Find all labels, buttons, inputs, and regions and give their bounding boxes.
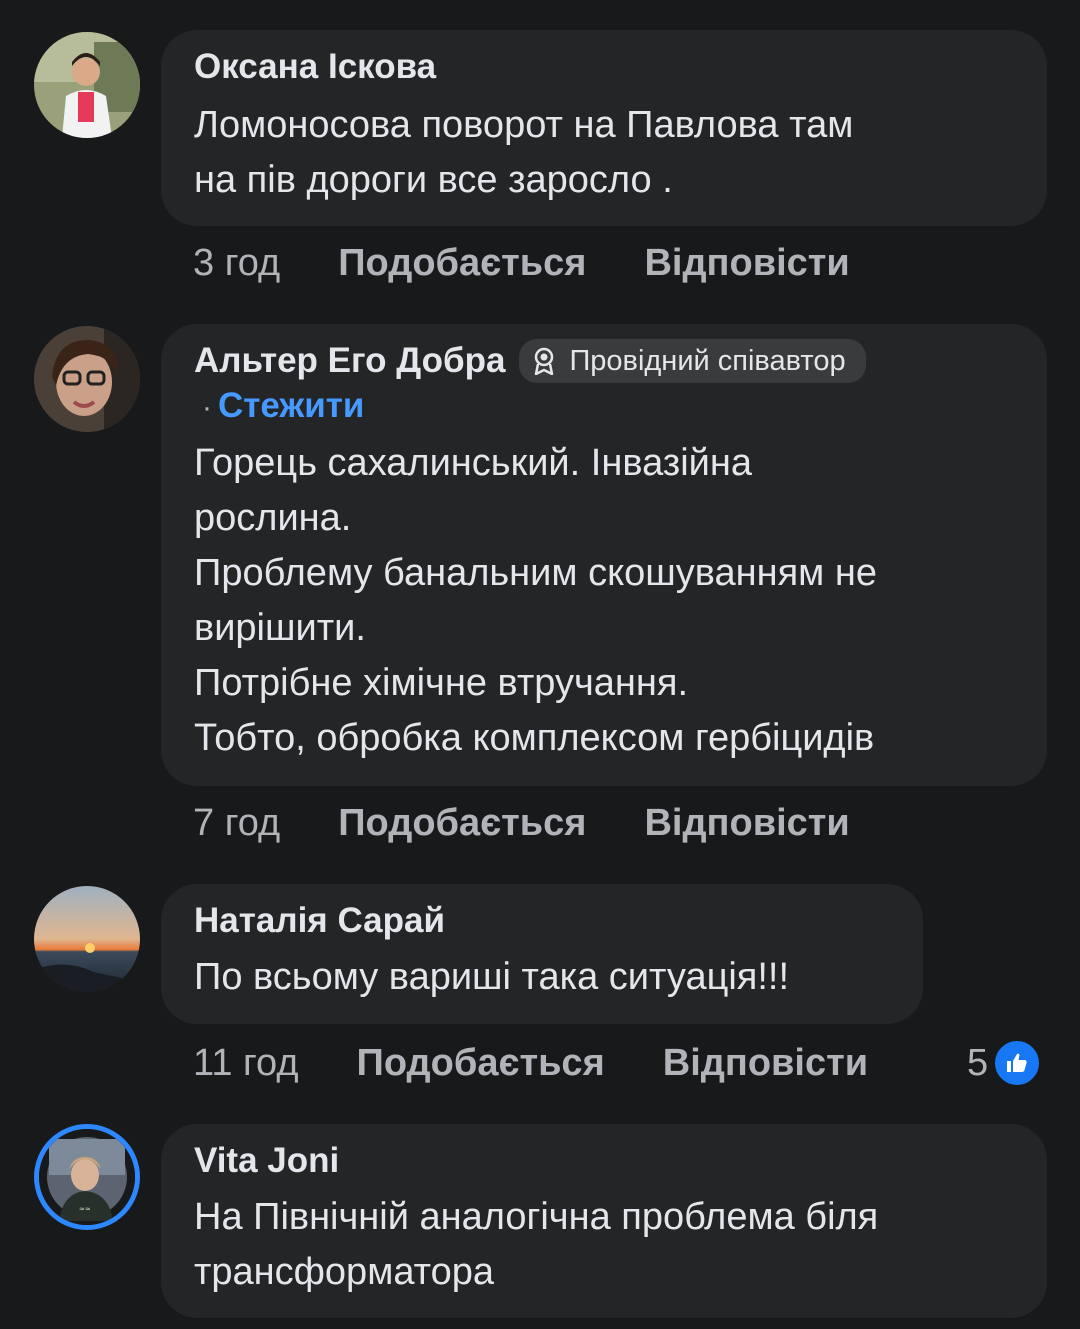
award-icon <box>533 347 555 376</box>
like-button[interactable]: Подобається <box>338 242 586 285</box>
like-icon <box>992 1038 1043 1088</box>
svg-text:≈≈: ≈≈ <box>79 1205 91 1213</box>
follow-button[interactable]: Стежити <box>218 386 364 425</box>
separator-dot: · <box>202 391 212 424</box>
comment-text: Ломоносова поворот на Павлова там на пів… <box>194 104 854 201</box>
avatar[interactable] <box>34 32 140 138</box>
comment-time[interactable]: 3 год <box>193 242 280 285</box>
comment-bubble: Оксана Іскова Ломоносова поворот на Павл… <box>161 30 1047 226</box>
avatar[interactable] <box>34 886 140 992</box>
avatar[interactable] <box>34 326 140 432</box>
reaction-summary[interactable]: 5 <box>967 1038 1043 1088</box>
comment-time[interactable]: 7 год <box>193 802 280 845</box>
like-button[interactable]: Подобається <box>357 1042 605 1085</box>
reaction-count: 5 <box>967 1041 989 1084</box>
comment-author[interactable]: Альтер Его Добра <box>194 338 505 384</box>
like-button[interactable]: Подобається <box>338 802 586 845</box>
comment-author[interactable]: Наталія Сарай <box>194 898 445 944</box>
comment-bubble: Vita Joni На Північній аналогічна пробле… <box>161 1124 1047 1318</box>
comment-author[interactable]: Vita Joni <box>194 1138 339 1184</box>
avatar-photo-story-ring: ≈≈ <box>39 1129 135 1225</box>
comment-actions: 7 год Подобається Відповісти <box>193 802 850 845</box>
comment-actions: 3 год Подобається Відповісти <box>193 242 850 285</box>
avatar-story-ring[interactable]: ≈≈ <box>34 1124 140 1230</box>
comment-text: По всьому вариші така ситуація!!! <box>194 956 790 998</box>
reply-button[interactable]: Відповісти <box>644 802 849 845</box>
comment-actions: 11 год Подобається Відповісти <box>193 1042 868 1085</box>
comment-text: Горець сахалинський. Інвазійна рослина. … <box>194 442 877 759</box>
reply-button[interactable]: Відповісти <box>644 242 849 285</box>
avatar-photo-woman <box>34 32 140 138</box>
comment-time[interactable]: 11 год <box>193 1042 299 1085</box>
avatar-photo-woman-glasses <box>34 326 140 432</box>
badge-label: Провідний співавтор <box>569 344 846 377</box>
comment-text: На Північній аналогічна проблема біля тр… <box>194 1196 879 1293</box>
comment-author[interactable]: Оксана Іскова <box>194 44 436 90</box>
comment-bubble: Наталія Сарай По всьому вариші така ситу… <box>161 884 923 1024</box>
reply-button[interactable]: Відповісти <box>663 1042 868 1085</box>
top-contributor-badge[interactable]: Провідний співавтор <box>519 339 866 383</box>
comment-bubble: Альтер Его Добра Провідний співавтор · Ст… <box>161 324 1047 786</box>
avatar-photo-sunset <box>34 886 140 992</box>
